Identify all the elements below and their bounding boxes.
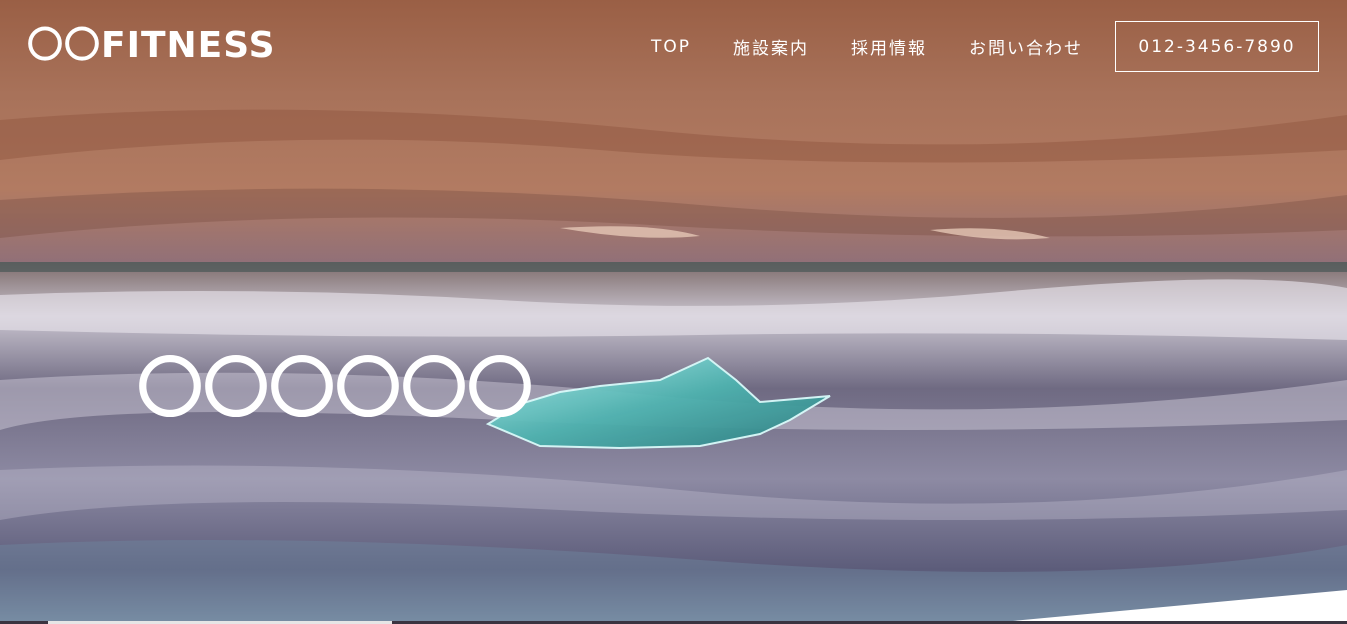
nav-item-recruitment[interactable]: 採用情報	[851, 34, 927, 59]
phone-number-button[interactable]: 012-3456-7890	[1115, 21, 1319, 72]
hero-background-image	[0, 0, 1347, 624]
nav-item-contact[interactable]: お問い合わせ	[969, 34, 1083, 59]
site-logo[interactable]: 〇〇FITNESS	[27, 26, 276, 66]
nav-item-facilities[interactable]: 施設案内	[733, 34, 809, 59]
main-nav: TOP 施設案内 採用情報 お問い合わせ 012-3456-7890	[651, 20, 1319, 73]
phone-number-label: 012-3456-7890	[1138, 36, 1296, 57]
hero-heading: 〇〇〇〇〇〇	[137, 350, 533, 428]
hero-section: 〇〇FITNESS TOP 施設案内 採用情報 お問い合わせ 012-3456-…	[0, 0, 1347, 624]
nav-item-top[interactable]: TOP	[651, 37, 691, 57]
